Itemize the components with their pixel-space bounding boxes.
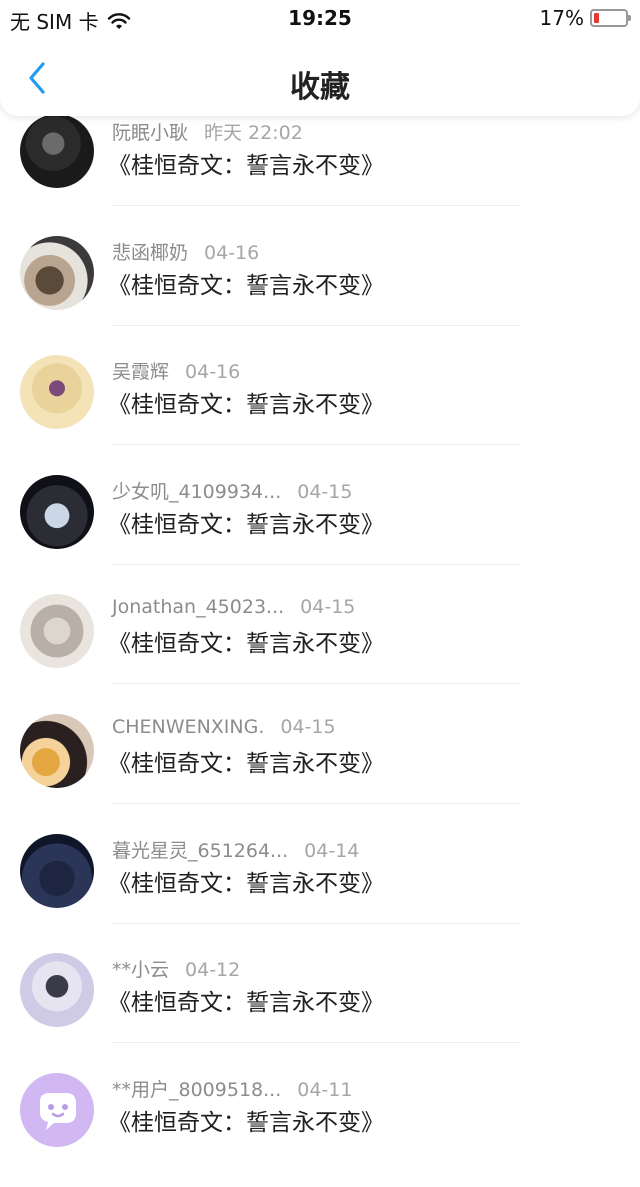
item-title[interactable]: 《桂恒奇文：誓言永不变》 xyxy=(108,146,384,180)
item-meta: **小云 04-12 xyxy=(112,955,240,982)
list-item[interactable]: **小云 04-12 《桂恒奇文：誓言永不变》 xyxy=(0,947,640,1067)
item-date: 04-12 xyxy=(185,959,241,981)
user-name[interactable]: 吴霞辉 xyxy=(112,361,169,383)
item-meta: 阮眠小耿 昨天 22:02 xyxy=(112,118,303,145)
item-title[interactable]: 《桂恒奇文：誓言永不变》 xyxy=(108,1103,384,1137)
avatar[interactable] xyxy=(20,953,94,1027)
battery-percent: 17% xyxy=(539,6,584,30)
status-bar: 无 SIM 卡 19:25 17% xyxy=(0,0,640,36)
page-title: 收藏 xyxy=(290,70,350,105)
list-item[interactable]: 少女叽_4109934... 04-15 《桂恒奇文：誓言永不变》 xyxy=(0,469,640,589)
divider xyxy=(112,444,520,445)
item-date: 04-11 xyxy=(297,1079,353,1101)
divider xyxy=(112,923,520,924)
divider xyxy=(112,683,520,684)
list-item[interactable]: 悲函椰奶 04-16 《桂恒奇文：誓言永不变》 xyxy=(0,230,640,350)
item-title[interactable]: 《桂恒奇文：誓言永不变》 xyxy=(108,983,384,1017)
item-title[interactable]: 《桂恒奇文：誓言永不变》 xyxy=(108,624,384,658)
item-meta: 吴霞辉 04-16 xyxy=(112,357,240,384)
item-meta: 暮光星灵_651264... 04-14 xyxy=(112,836,359,863)
avatar[interactable] xyxy=(20,355,94,429)
avatar[interactable] xyxy=(20,114,94,188)
status-right: 17% xyxy=(539,6,631,30)
list-item[interactable]: 吴霞辉 04-16 《桂恒奇文：誓言永不变》 xyxy=(0,349,640,469)
item-date: 昨天 22:02 xyxy=(204,122,303,144)
chat-bubble-icon xyxy=(40,1093,76,1130)
list-item[interactable]: 阮眠小耿 昨天 22:02 《桂恒奇文：誓言永不变》 xyxy=(0,110,640,230)
list-item[interactable]: CHENWENXING. 04-15 《桂恒奇文：誓言永不变》 xyxy=(0,708,640,828)
list-item[interactable]: 暮光星灵_651264... 04-14 《桂恒奇文：誓言永不变》 xyxy=(0,828,640,948)
divider xyxy=(112,564,520,565)
item-title[interactable]: 《桂恒奇文：誓言永不变》 xyxy=(108,385,384,419)
avatar[interactable] xyxy=(20,834,94,908)
item-date: 04-14 xyxy=(304,840,360,862)
divider xyxy=(112,1042,520,1043)
user-name[interactable]: **用户_8009518... xyxy=(112,1079,281,1101)
list-item[interactable]: **用户_8009518... 04-11 《桂恒奇文：誓言永不变》 xyxy=(0,1067,640,1187)
avatar[interactable] xyxy=(20,236,94,310)
user-name[interactable]: 阮眠小耿 xyxy=(112,122,188,144)
item-date: 04-15 xyxy=(280,716,336,738)
user-name[interactable]: 少女叽_4109934... xyxy=(112,481,281,503)
item-date: 04-16 xyxy=(204,242,260,264)
item-meta: 悲函椰奶 04-16 xyxy=(112,238,259,265)
item-date: 04-15 xyxy=(300,596,356,618)
avatar[interactable] xyxy=(20,714,94,788)
avatar[interactable] xyxy=(20,594,94,668)
list-item[interactable]: Jonathan_45023... 04-15 《桂恒奇文：誓言永不变》 xyxy=(0,588,640,708)
battery-level xyxy=(594,13,599,23)
item-title[interactable]: 《桂恒奇文：誓言永不变》 xyxy=(108,744,384,778)
divider xyxy=(112,803,520,804)
item-title[interactable]: 《桂恒奇文：誓言永不变》 xyxy=(108,266,384,300)
item-date: 04-15 xyxy=(297,481,353,503)
battery-icon xyxy=(590,9,631,27)
item-title[interactable]: 《桂恒奇文：誓言永不变》 xyxy=(108,505,384,539)
divider xyxy=(112,205,520,206)
divider xyxy=(112,325,520,326)
avatar[interactable] xyxy=(20,1073,94,1147)
item-meta: **用户_8009518... 04-11 xyxy=(112,1075,352,1102)
user-name[interactable]: CHENWENXING. xyxy=(112,716,264,738)
item-meta: Jonathan_45023... 04-15 xyxy=(112,596,355,618)
item-meta: CHENWENXING. 04-15 xyxy=(112,716,336,738)
item-date: 04-16 xyxy=(185,361,241,383)
user-name[interactable]: **小云 xyxy=(112,959,169,981)
item-meta: 少女叽_4109934... 04-15 xyxy=(112,477,352,504)
item-title[interactable]: 《桂恒奇文：誓言永不变》 xyxy=(108,864,384,898)
avatar[interactable] xyxy=(20,475,94,549)
user-name[interactable]: 暮光星灵_651264... xyxy=(112,840,288,862)
user-name[interactable]: Jonathan_45023... xyxy=(112,596,284,618)
user-name[interactable]: 悲函椰奶 xyxy=(112,242,188,264)
nav-header: 收藏 xyxy=(0,36,640,116)
